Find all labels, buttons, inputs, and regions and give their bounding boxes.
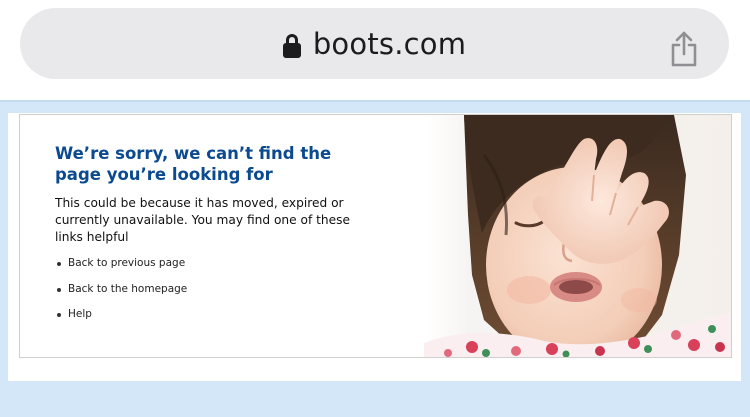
browser-toolbar: boots.com: [0, 0, 750, 100]
share-icon[interactable]: [669, 30, 699, 68]
address-bar[interactable]: boots.com: [20, 8, 729, 79]
address-bar-content: boots.com: [20, 8, 729, 79]
back-to-previous-page-link[interactable]: Back to previous page: [68, 257, 185, 269]
error-heading: We’re sorry, we can’t find the page you’…: [55, 144, 332, 184]
error-intro: This could be because it has moved, expi…: [55, 196, 350, 244]
divider: [0, 100, 750, 102]
list-item: Back to the homepage: [55, 283, 187, 309]
page-background: We’re sorry, we can’t find the page you’…: [0, 100, 750, 417]
bullet-icon: [57, 287, 61, 292]
url-text: boots.com: [312, 26, 467, 61]
lock-icon: [282, 33, 301, 58]
error-card: We’re sorry, we can’t find the page you’…: [19, 114, 732, 358]
list-item: Back to previous page: [55, 257, 187, 283]
list-item: Help: [55, 308, 187, 334]
bullet-icon: [57, 262, 61, 266]
help-link[interactable]: Help: [68, 308, 92, 320]
back-to-homepage-link[interactable]: Back to the homepage: [68, 283, 187, 295]
helpful-links-list: Back to previous page Back to the homepa…: [55, 257, 187, 334]
child-covering-eyes-photo: [424, 115, 731, 357]
bullet-icon: [57, 313, 61, 317]
content-panel: We’re sorry, we can’t find the page you’…: [8, 113, 741, 381]
